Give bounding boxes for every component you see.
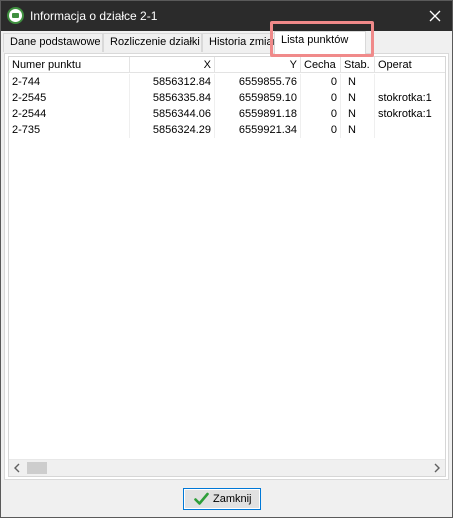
- cell-numer-punktu: 2-2545: [9, 90, 130, 106]
- column-header-operat[interactable]: Operat: [375, 57, 445, 73]
- checkmark-icon: [194, 492, 209, 505]
- close-icon: [429, 10, 441, 22]
- scroll-left-button[interactable]: [9, 460, 26, 476]
- chevron-left-icon: [14, 463, 20, 473]
- tab-label: Rozliczenie działki: [110, 36, 200, 48]
- table-row[interactable]: 2-2544 5856344.06 6559891.18 0 N stokrot…: [9, 106, 445, 122]
- cell-x: 5856324.29: [130, 122, 215, 138]
- cell-stab: N: [341, 122, 375, 138]
- cell-operat: [375, 122, 445, 138]
- column-header-numer-punktu[interactable]: Numer punktu: [9, 57, 130, 73]
- tab-panel-lista-punktow: Numer punktu X Y Cecha Stab. Operat 2-74…: [4, 53, 449, 480]
- column-header-cecha[interactable]: Cecha: [301, 57, 341, 73]
- tab-historia-zmian[interactable]: Historia zmian: [202, 33, 275, 52]
- cell-cecha: 0: [301, 74, 341, 90]
- column-header-stab[interactable]: Stab.: [341, 57, 375, 73]
- tab-strip: Dane podstawowe Rozliczenie działki Hist…: [1, 31, 452, 54]
- tab-label: Dane podstawowe: [10, 36, 101, 48]
- column-header-y[interactable]: Y: [215, 57, 301, 73]
- cell-x: 5856344.06: [130, 106, 215, 122]
- cell-numer-punktu: 2-735: [9, 122, 130, 138]
- cell-stab: N: [341, 74, 375, 90]
- tab-dane-podstawowe[interactable]: Dane podstawowe: [3, 33, 103, 52]
- scroll-right-button[interactable]: [428, 460, 445, 476]
- tab-lista-punktow[interactable]: Lista punktów: [274, 31, 366, 54]
- cell-y: 6559891.18: [215, 106, 301, 122]
- cell-numer-punktu: 2-744: [9, 74, 130, 90]
- cell-operat: [375, 74, 445, 90]
- dialog-window: Informacja o działce 2-1 Dane podstawowe…: [0, 0, 453, 518]
- chevron-right-icon: [434, 463, 440, 473]
- table-row[interactable]: 2-2545 5856335.84 6559859.10 0 N stokrot…: [9, 90, 445, 106]
- cell-y: 6559921.34: [215, 122, 301, 138]
- tab-label: Lista punktów: [281, 34, 349, 46]
- map-icon: [7, 7, 24, 24]
- cell-operat: stokrotka:1: [378, 108, 432, 120]
- dialog-footer: Zamknij: [1, 481, 452, 517]
- cell-cecha: 0: [301, 122, 341, 138]
- points-table[interactable]: Numer punktu X Y Cecha Stab. Operat 2-74…: [8, 56, 446, 477]
- cell-y: 6559855.76: [215, 74, 301, 90]
- table-header: Numer punktu X Y Cecha Stab. Operat: [9, 57, 445, 73]
- cell-cecha: 0: [301, 90, 341, 106]
- close-button[interactable]: [418, 1, 452, 31]
- cell-stab: N: [341, 90, 375, 106]
- cell-y: 6559859.10: [215, 90, 301, 106]
- tab-rozliczenie-dzialki[interactable]: Rozliczenie działki: [103, 33, 202, 52]
- close-dialog-button[interactable]: Zamknij: [183, 488, 261, 510]
- cell-operat: stokrotka:1: [378, 92, 432, 104]
- horizontal-scrollbar[interactable]: [9, 459, 445, 476]
- scroll-thumb[interactable]: [27, 462, 47, 474]
- cell-numer-punktu: 2-2544: [9, 106, 130, 122]
- close-dialog-label: Zamknij: [213, 493, 252, 505]
- title-bar[interactable]: Informacja o działce 2-1: [1, 1, 452, 31]
- table-row[interactable]: 2-735 5856324.29 6559921.34 0 N: [9, 122, 445, 138]
- window-title: Informacja o działce 2-1: [30, 9, 158, 23]
- cell-x: 5856335.84: [130, 90, 215, 106]
- cell-stab: N: [341, 106, 375, 122]
- tab-label: Historia zmian: [209, 36, 275, 48]
- cell-cecha: 0: [301, 106, 341, 122]
- column-header-x[interactable]: X: [130, 57, 215, 73]
- cell-x: 5856312.84: [130, 74, 215, 90]
- table-row[interactable]: 2-744 5856312.84 6559855.76 0 N: [9, 74, 445, 90]
